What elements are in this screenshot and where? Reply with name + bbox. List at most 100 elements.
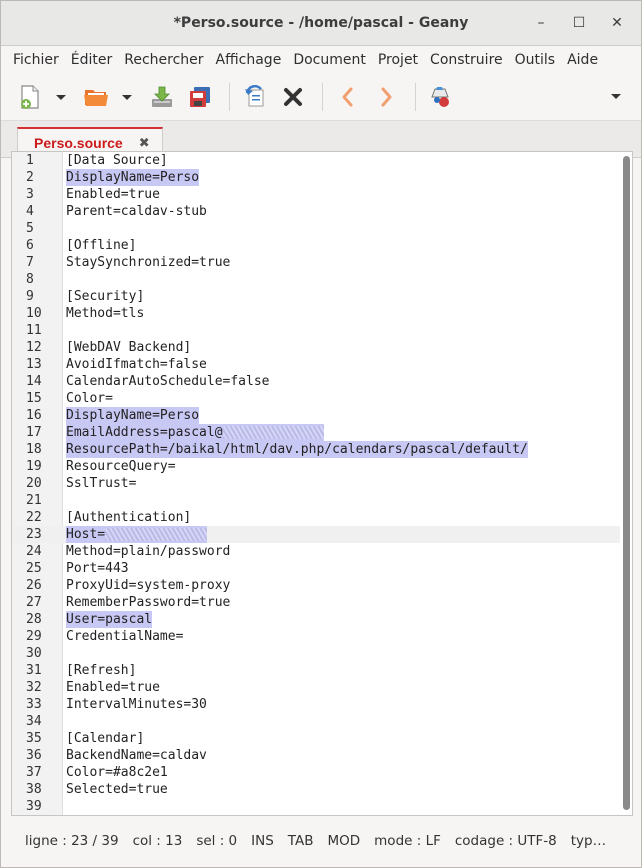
menu-rechercher[interactable]: Rechercher [118,52,209,68]
code-line[interactable]: 32 Enabled=true [12,679,620,696]
code-line[interactable]: 14 CalendarAutoSchedule=false [12,373,620,390]
line-number: 32 [26,680,42,695]
code-line[interactable]: 28 User=pascal [12,611,620,628]
code-line[interactable]: 35 [Calendar] [12,730,620,747]
open-folder-icon [84,90,108,106]
maximize-button[interactable]: ☐ [567,11,591,35]
new-file-button[interactable] [13,80,47,114]
code-line[interactable]: 19 ResourceQuery= [12,458,620,475]
menu-editer[interactable]: Éditer [65,52,118,68]
menu-aide[interactable]: Aide [561,52,604,68]
code-text: ResourcePath=/baikal/html/dav.php/calend… [66,441,528,458]
code-line[interactable]: 5 [12,220,620,237]
code-text: Parent=caldav-stub [66,203,207,220]
code-line[interactable]: 15 Color= [12,390,620,407]
code-line-text: RememberPassword=true [66,595,231,610]
code-line[interactable]: 26 ProxyUid=system-proxy [12,577,620,594]
code-line[interactable]: 34 [12,713,620,730]
toolbar-overflow-button[interactable] [611,94,621,99]
minimize-button[interactable]: – [529,11,553,35]
code-line-text: Host= [66,527,106,542]
open-file-button[interactable] [79,80,113,114]
code-line-text: Selected=true [66,782,168,797]
code-line[interactable]: 27 RememberPassword=true [12,594,620,611]
code-text: Enabled=true [66,679,160,696]
code-line[interactable]: 4 Parent=caldav-stub [12,203,620,220]
code-line[interactable]: 6 [Offline] [12,237,620,254]
code-line[interactable]: 9 [Security] [12,288,620,305]
menu-document[interactable]: Document [287,52,372,68]
code-line[interactable]: 33 IntervalMinutes=30 [12,696,620,713]
menu-bar: Fichier Éditer Rechercher Affichage Docu… [1,46,641,74]
line-number: 24 [26,544,42,559]
code-line[interactable]: 11 [12,322,620,339]
revert-button[interactable] [238,80,272,114]
code-text: [Refresh] [66,662,136,679]
close-document-button[interactable] [276,80,310,114]
code-text: [Data Source] [66,152,168,169]
code-line[interactable]: 30 [12,645,620,662]
code-line[interactable]: 17 EmailAddress=pascal@ [12,424,620,441]
line-number: 16 [26,408,42,423]
code-line[interactable]: 23 Host= [12,526,620,543]
code-line-text: Parent=caldav-stub [66,204,207,219]
vertical-scrollbar[interactable] [623,156,631,810]
code-line[interactable]: 2 DisplayName=Perso [12,169,620,186]
code-text: Method=tls [66,305,144,322]
color-picker-icon [431,87,449,107]
code-line[interactable]: 10 Method=tls [12,305,620,322]
line-number: 36 [26,748,42,763]
tab-label: Perso.source [34,135,123,151]
code-line[interactable]: 36 BackendName=caldav [12,747,620,764]
menu-projet[interactable]: Projet [372,52,424,68]
code-text: DisplayName=Perso [66,407,200,424]
code-line-text: DisplayName=Perso [66,170,200,185]
title-bar[interactable]: *Perso.source - /home/pascal - Geany – ☐… [1,1,641,46]
save-button[interactable] [145,80,179,114]
open-file-dropdown[interactable] [117,80,137,114]
code-line-text: [Calendar] [66,731,145,746]
code-line[interactable]: 21 [12,492,620,509]
code-line[interactable]: 22 [Authentication] [12,509,620,526]
save-all-icon [190,87,210,107]
code-line[interactable]: 3 Enabled=true [12,186,620,203]
code-editor[interactable]: 1 [Data Source] 2 DisplayName=Perso 3 Enabled… [11,151,633,816]
color-chooser-button[interactable] [424,80,458,114]
code-line[interactable]: 16 DisplayName=Perso [12,407,620,424]
scrollbar-thumb[interactable] [623,156,630,810]
menu-outils[interactable]: Outils [509,52,561,68]
code-line[interactable]: 24 Method=plain/password [12,543,620,560]
code-line[interactable]: 39 [12,798,620,815]
status-tab: TAB [287,833,314,849]
code-line[interactable]: 1 [Data Source] [12,152,620,169]
code-line[interactable]: 20 SslTrust= [12,475,620,492]
status-line: ligne : 23 / 39 [25,833,119,849]
toolbar-separator [229,83,230,111]
new-file-dropdown[interactable] [51,80,71,114]
line-number: 33 [26,697,42,712]
code-line[interactable]: 13 AvoidIfmatch=false [12,356,620,373]
code-line[interactable]: 38 Selected=true [12,781,620,798]
menu-construire[interactable]: Construire [424,52,509,68]
close-window-button[interactable]: ✕ [605,11,629,35]
navigate-forward-button[interactable] [369,80,403,114]
code-line-text: Method=tls [66,306,145,321]
code-line[interactable]: 25 Port=443 [12,560,620,577]
line-number: 20 [26,476,42,491]
save-all-button[interactable] [183,80,217,114]
line-number: 26 [26,578,42,593]
code-line[interactable]: 7 StaySynchronized=true [12,254,620,271]
code-line[interactable]: 29 CredentialName= [12,628,620,645]
navigate-back-button[interactable] [331,80,365,114]
code-line-text: [WebDAV Backend] [66,340,192,355]
menu-affichage[interactable]: Affichage [210,52,288,68]
code-line-text: EmailAddress=pascal@ [66,425,223,440]
tab-close-icon[interactable]: ✖ [139,136,150,151]
code-line[interactable]: 8 [12,271,620,288]
code-line[interactable]: 37 Color=#a8c2e1 [12,764,620,781]
menu-fichier[interactable]: Fichier [7,52,65,68]
code-line[interactable]: 18 ResourcePath=/baikal/html/dav.php/cale… [12,441,620,458]
code-line[interactable]: 31 [Refresh] [12,662,620,679]
redacted-text [105,528,207,541]
code-line[interactable]: 12 [WebDAV Backend] [12,339,620,356]
